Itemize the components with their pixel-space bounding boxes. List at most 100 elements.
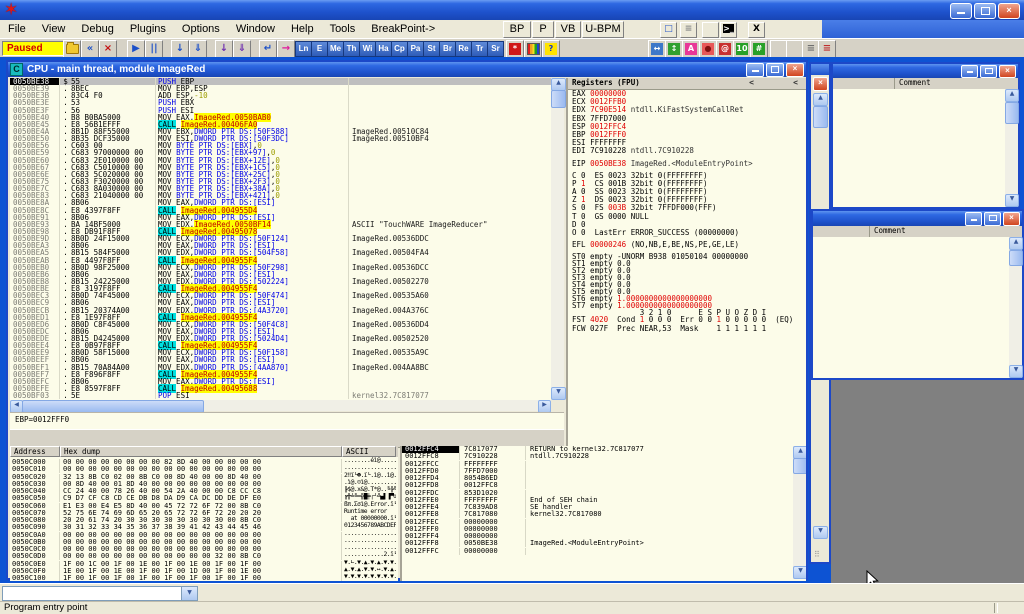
dump-header-address[interactable]: Address bbox=[10, 446, 60, 457]
dump-header-hex[interactable]: Hex dump bbox=[60, 446, 342, 457]
register-line[interactable]: EIP 0050BE38 ImageRed.<ModuleEntryPoint> bbox=[568, 160, 806, 168]
assemble-button[interactable]: A bbox=[682, 40, 700, 58]
disasm-row[interactable]: 0050BEE9.8B0D 58F15000MOV ECX,DWORD PTR … bbox=[10, 349, 551, 356]
pane-button-wi[interactable]: Wi bbox=[359, 41, 376, 57]
dump-header-ascii[interactable]: ASCII bbox=[342, 446, 396, 457]
pane-button-tr[interactable]: Tr bbox=[471, 41, 488, 57]
menu-button-bp[interactable]: BP bbox=[503, 21, 531, 38]
cpu-close-button[interactable]: × bbox=[786, 63, 804, 77]
disasm-row[interactable]: 0050BE9D.8B0D 24F15000MOV ECX,DWORD PTR … bbox=[10, 235, 551, 242]
dump-row[interactable]: 0050C0D000 00 00 00 00 00 00 00 00 00 00… bbox=[10, 551, 398, 558]
stack-row[interactable]: 0012FFC87C910228ntdll.7C910228 bbox=[402, 453, 806, 460]
run-button[interactable]: ▶ bbox=[127, 40, 145, 58]
minimize-button[interactable] bbox=[965, 212, 982, 226]
register-line[interactable]: EFL 00000246 (NO,NB,E,BE,NS,PE,GE,LE) bbox=[568, 241, 806, 249]
stack-row[interactable]: 0012FFD48054B6ED bbox=[402, 475, 806, 482]
scrollbar-thumb[interactable] bbox=[813, 106, 828, 128]
cpu-window-titlebar[interactable]: C CPU - main thread, module ImageRed × bbox=[8, 62, 806, 77]
hex-button[interactable]: 10 bbox=[733, 40, 751, 58]
dump-row[interactable]: 0050C050C9 D7 CF C8 CD CE DB D8 DA D9 CA… bbox=[10, 493, 398, 500]
dump-row[interactable]: 0050C060E1 E3 00 E4 E5 8D 40 00 45 72 72… bbox=[10, 501, 398, 508]
dump-row[interactable]: 0050C00000 00 00 00 00 00 00 00 82 8D 40… bbox=[10, 457, 398, 464]
copy-doc-button[interactable]: □ bbox=[660, 22, 677, 38]
disasm-row[interactable]: 0050BE8C.E8 4397F8FFCALL ImageRed.004955… bbox=[10, 207, 551, 214]
menu-button-p[interactable]: P bbox=[532, 21, 554, 38]
help-button[interactable]: ? bbox=[542, 40, 560, 58]
pane-button-st[interactable]: St bbox=[423, 41, 440, 57]
dump-row[interactable]: 0050C0E01F 00 1C 00 1F 00 1E 00 1F 00 1E… bbox=[10, 559, 398, 566]
close-button[interactable]: × bbox=[1003, 212, 1020, 226]
options-gear-button[interactable]: * bbox=[506, 40, 524, 58]
main-titlebar[interactable]: ✶ × bbox=[0, 0, 1024, 20]
maximize-button[interactable] bbox=[980, 65, 997, 78]
scroll-down-button[interactable]: ▼ bbox=[793, 566, 806, 579]
command-combobox[interactable]: ▼ bbox=[2, 586, 198, 601]
disasm-row[interactable]: 0050BE3B.83C4 F0ADD ESP,-10 bbox=[10, 92, 551, 99]
stack-row[interactable]: 0012FFCCFFFFFFFF bbox=[402, 461, 806, 468]
disasm-row[interactable]: 0050BE83.C683 21040000 00MOV BYTE PTR DS… bbox=[10, 192, 551, 199]
menu-file[interactable]: File bbox=[0, 23, 34, 35]
scroll-down-button[interactable]: ▼ bbox=[1009, 365, 1023, 378]
menu-options[interactable]: Options bbox=[174, 23, 228, 35]
list-red-button[interactable]: ≡ bbox=[818, 40, 836, 58]
updown-button[interactable]: ↕ bbox=[665, 40, 683, 58]
close-button[interactable]: × bbox=[998, 3, 1020, 19]
comment-window-vscrollbar[interactable]: ▲ ▼ bbox=[1005, 89, 1018, 207]
open-folder-button[interactable] bbox=[702, 22, 719, 38]
pane-button-re[interactable]: Re bbox=[455, 41, 472, 57]
disasm-row[interactable]: 0050BED6.8B0D C8F45000MOV ECX,DWORD PTR … bbox=[10, 321, 551, 328]
pane-button-br[interactable]: Br bbox=[439, 41, 456, 57]
comment-column-header[interactable]: Comment bbox=[870, 226, 906, 237]
disasm-row[interactable]: 0050BEF7.E8 F896F8FFCALL ImageRed.004955… bbox=[10, 371, 551, 378]
combobox-dropdown-button[interactable]: ▼ bbox=[181, 587, 197, 600]
scroll-up-button[interactable]: ▲ bbox=[1005, 89, 1019, 102]
menu-close-button[interactable]: X bbox=[748, 22, 765, 38]
stack-row[interactable]: 0012FFE47C839AD8SE handler bbox=[402, 504, 806, 511]
stack-row[interactable]: 0012FFD80012FFC8 bbox=[402, 482, 806, 489]
abort-button[interactable]: × bbox=[99, 40, 117, 58]
stack-row[interactable]: 0012FFDC853D1020 bbox=[402, 490, 806, 497]
menu-tools[interactable]: Tools bbox=[322, 23, 364, 35]
pane-button-e[interactable]: E bbox=[311, 41, 328, 57]
dump-row[interactable]: 0050C01000 00 00 00 00 00 00 00 00 00 00… bbox=[10, 464, 398, 471]
comment-column-header[interactable]: Comment bbox=[895, 78, 931, 89]
register-line[interactable]: EDI 7C910228 ntdll.7C910228 bbox=[568, 147, 806, 155]
menu-breakpoint[interactable]: BreakPoint-> bbox=[363, 23, 443, 35]
stack-row[interactable]: 0012FFF80050BE38ImageRed.<ModuleEntryPoi… bbox=[402, 540, 806, 547]
breakpoint-button[interactable]: ● bbox=[699, 40, 717, 58]
close-button[interactable]: × bbox=[999, 65, 1016, 78]
scroll-up-button[interactable]: ▲ bbox=[813, 93, 828, 106]
pane-button-sr[interactable]: Sr bbox=[487, 41, 504, 57]
comment-window-body[interactable] bbox=[813, 237, 1009, 378]
dump-row[interactable]: 0050C0A000 00 00 00 00 00 00 00 00 00 00… bbox=[10, 530, 398, 537]
hidden-window-close-button[interactable]: × bbox=[813, 77, 828, 91]
dump-pane[interactable]: Address Hex dump ASCII 0050C00000 00 00 … bbox=[10, 446, 398, 581]
menu-plugins[interactable]: Plugins bbox=[122, 23, 174, 35]
pause-button[interactable]: || bbox=[145, 40, 163, 58]
open-file-button[interactable] bbox=[63, 40, 81, 58]
window-button[interactable]: # bbox=[750, 40, 768, 58]
dump-row[interactable]: 0050C03000 8D 40 00 01 8D 40 00 00 00 00… bbox=[10, 479, 398, 486]
cpu-minimize-button[interactable] bbox=[746, 63, 764, 77]
dump-row[interactable]: 0050C040CC 24 40 00 78 26 40 00 54 2A 40… bbox=[10, 486, 398, 493]
register-line[interactable]: O 0 LastErr ERROR_SUCCESS (00000000) bbox=[568, 229, 806, 237]
comment-window-vscrollbar[interactable]: ▲ ▼ bbox=[1009, 237, 1022, 378]
resize-grip[interactable] bbox=[814, 544, 826, 556]
till-return-button[interactable]: ↵ bbox=[259, 40, 277, 58]
swap-button[interactable]: ↔ bbox=[648, 40, 666, 58]
pane-button-ln[interactable]: Ln bbox=[295, 41, 312, 57]
stack-row[interactable]: 0012FFEC00000000 bbox=[402, 519, 806, 526]
stack-pane[interactable]: 0012FFC47C817077RETURN to kernel32.7C817… bbox=[400, 446, 806, 581]
disasm-row[interactable]: 0050BEC3.8B0D 74F45000MOV ECX,DWORD PTR … bbox=[10, 292, 551, 299]
spiral-button[interactable]: @ bbox=[716, 40, 734, 58]
pane-button-cp[interactable]: Cp bbox=[391, 41, 408, 57]
disasm-row[interactable]: 0050BEFE.E8 8597F8FFCALL ImageRed.004956… bbox=[10, 385, 551, 392]
dump-row[interactable]: 0050C07052 75 6E 74 69 6D 65 20 65 72 72… bbox=[10, 508, 398, 515]
scrollbar-thumb[interactable] bbox=[793, 458, 806, 474]
back-button[interactable]: « bbox=[81, 40, 99, 58]
step-over-button[interactable]: ⇓ bbox=[189, 40, 207, 58]
stack-row[interactable]: 0012FFD07FFD7000 bbox=[402, 468, 806, 475]
scrollbar-thumb[interactable] bbox=[551, 90, 566, 108]
dump-row[interactable]: 0050C1001F 00 1F 00 1F 00 1F 00 1F 00 1F… bbox=[10, 573, 398, 580]
menu-button-vb[interactable]: VB bbox=[555, 21, 581, 38]
